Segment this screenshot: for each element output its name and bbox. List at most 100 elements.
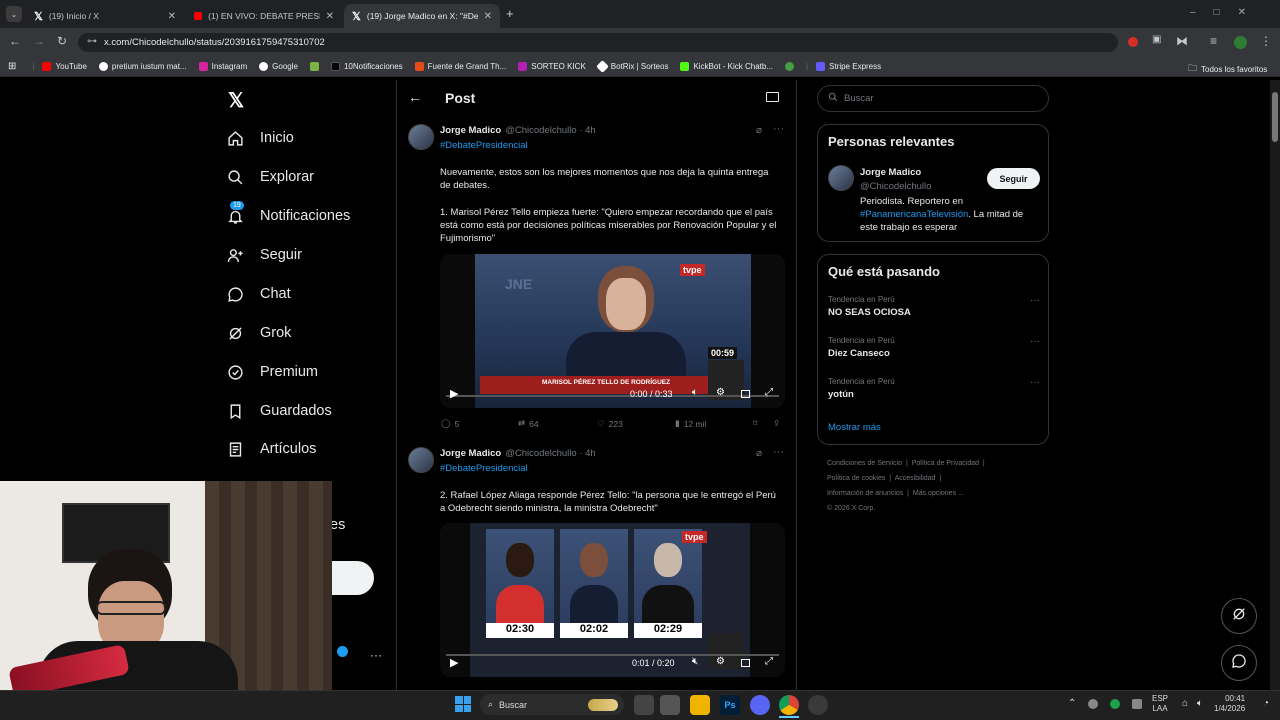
address-bar[interactable]: ⊶ x.com/Chicodelchullo/status/2039161759… (78, 33, 1118, 52)
trend-item[interactable]: Tendencia en Perú Diez Canseco ··· (828, 336, 1040, 359)
video-player[interactable]: JNE tvpe MARISOL PÉREZ TELLO DE RODRÍGUE… (440, 254, 785, 408)
grok-icon[interactable]: ⌀ (756, 125, 762, 136)
bookmark-sorteo-kick[interactable]: SORTEO KICK (518, 61, 586, 71)
bookmark-google[interactable]: Google (259, 61, 298, 71)
apps-grid-icon[interactable]: ⊞ (8, 61, 16, 72)
bookmark-stripe[interactable]: Stripe Express (816, 61, 881, 71)
author-handle[interactable]: @Chicodelchullo · 4h (505, 125, 595, 136)
search-input[interactable]: Buscar (817, 85, 1049, 112)
tab-debate[interactable]: (1) EN VIVO: DEBATE PRESIDENCIAL ✕ (186, 4, 342, 28)
discord-icon[interactable] (750, 695, 770, 715)
grok-icon[interactable]: ⌀ (756, 448, 762, 459)
tab-search-icon[interactable]: ⌄ (6, 6, 22, 22)
author-name[interactable]: Jorge Madico (440, 448, 501, 459)
chat-float-button[interactable] (1221, 645, 1257, 681)
video-player[interactable]: tvpe 02:30 02:02 02:29 ▶ 0:01 / 0:20 🔇︎ … (440, 523, 785, 677)
clock[interactable]: 00:41 1/4/2026 (1214, 694, 1245, 714)
play-icon[interactable]: ▶ (450, 387, 458, 400)
bookmark-botrix[interactable]: BotRix | Sorteos (595, 59, 668, 73)
bookmark-youtube[interactable]: YouTube (42, 61, 87, 71)
more-icon[interactable]: ··· (1030, 377, 1040, 388)
tray-icon[interactable] (1132, 699, 1142, 709)
scrollbar-thumb[interactable] (1272, 92, 1278, 142)
more-icon[interactable]: ··· (1030, 295, 1040, 306)
window-controls[interactable]: –□✕ (1190, 7, 1264, 18)
all-bookmarks[interactable]: 🗀 Todos los favoritos (1188, 61, 1267, 77)
tray-chevron-icon[interactable]: ⌃ (1068, 698, 1076, 709)
volume-icon[interactable]: 🔈︎ (1197, 698, 1203, 709)
network-icon[interactable]: ⌂ (1182, 698, 1188, 709)
back-arrow-icon[interactable]: ← (408, 89, 422, 105)
bookmark-button[interactable]: ⌑ (753, 418, 757, 429)
footer-link[interactable]: Política de cookies (827, 475, 885, 482)
author-name[interactable]: Jorge Madico (440, 125, 501, 136)
author-handle[interactable]: @Chicodelchullo · 4h (505, 448, 595, 459)
more-icon[interactable]: ··· (773, 123, 784, 135)
x-logo-icon[interactable]: 𝕏 (228, 88, 244, 113)
repost-button[interactable]: ⇄ 64 (518, 418, 539, 429)
author-handle[interactable]: @Chicodelchullo (860, 181, 931, 192)
bookmark-instagram[interactable]: Instagram (198, 61, 247, 71)
mute-icon[interactable]: 🔇︎ (692, 656, 698, 667)
close-icon[interactable]: ✕ (326, 11, 334, 22)
more-icon[interactable]: ··· (773, 446, 784, 458)
tab-inicio[interactable]: 𝕏 (19) Inicio / X ✕ (26, 4, 184, 28)
author-name[interactable]: Jorge Madico (860, 167, 921, 178)
settings-icon[interactable]: ⚙︎ (716, 656, 725, 667)
app-icon[interactable] (660, 695, 680, 715)
footer-link[interactable]: Condiciones de Servicio (827, 460, 902, 467)
settings-icon[interactable]: ⚙︎ (716, 387, 725, 398)
more-icon[interactable]: ··· (370, 648, 382, 662)
views-button[interactable]: ▮ 12 mil (675, 418, 706, 429)
tray-icon[interactable] (1088, 699, 1098, 709)
back-icon[interactable]: ← (9, 34, 21, 48)
extension-icon[interactable] (1128, 37, 1138, 47)
media-icon[interactable]: ≡ (1210, 34, 1217, 48)
file-explorer-icon[interactable] (690, 695, 710, 715)
play-icon[interactable]: ▶ (450, 656, 458, 669)
sidebar-item-seguir[interactable]: Seguir (226, 246, 302, 264)
sidebar-item-grok[interactable]: Grok (226, 324, 291, 342)
bookmark-10notificaciones[interactable]: 10Notificaciones (330, 61, 403, 71)
close-icon[interactable]: ✕ (484, 11, 492, 22)
pip-icon[interactable] (741, 390, 750, 398)
taskbar-search[interactable]: ⌕ Buscar (480, 694, 624, 715)
reply-button[interactable]: ◯ 5 (441, 418, 459, 429)
hashtag-link[interactable]: #DebatePresidencial (440, 139, 528, 152)
task-view-icon[interactable] (634, 695, 654, 715)
fullscreen-icon[interactable]: ⤢ (765, 387, 773, 398)
avatar[interactable] (408, 447, 434, 473)
bio-hashtag-link[interactable]: #PanamericanaTelevisión (860, 209, 968, 220)
notification-center-icon[interactable]: ◔ (1263, 698, 1269, 709)
fullscreen-icon[interactable]: ⤢ (765, 656, 773, 667)
language-indicator[interactable]: ESP LAA (1152, 694, 1168, 714)
bookmark-gta[interactable]: Fuente de Grand Th... (414, 61, 506, 71)
chrome-icon[interactable] (779, 695, 799, 715)
sidebar-item-explorar[interactable]: Explorar (226, 168, 314, 186)
reader-view-icon[interactable] (766, 92, 779, 102)
more-icon[interactable]: ··· (1030, 336, 1040, 347)
bookmark-extension[interactable] (309, 61, 319, 71)
sidebar-item-inicio[interactable]: Inicio (226, 129, 294, 147)
menu-kebab-icon[interactable]: ⋮ (1260, 34, 1272, 48)
photoshop-icon[interactable]: Ps (720, 695, 740, 715)
reload-icon[interactable]: ↻ (57, 34, 67, 48)
sidebar-item-chat[interactable]: Chat (226, 285, 291, 303)
footer-link[interactable]: Política de Privacidad (912, 460, 979, 467)
trend-item[interactable]: Tendencia en Perú yotún ··· (828, 377, 1040, 400)
trend-item[interactable]: Tendencia en Perú NO SEAS OCIOSA ··· (828, 295, 1040, 318)
avatar[interactable] (408, 124, 434, 150)
footer-link[interactable]: Accesibilidad (895, 475, 936, 482)
close-icon[interactable]: ✕ (168, 11, 176, 22)
extensions-puzzle-icon[interactable]: ⧓ (1176, 34, 1188, 48)
site-info-icon[interactable]: ⊶ (87, 36, 97, 47)
bookmark-pretium[interactable]: pretium iustum mat... (98, 61, 187, 71)
show-more-link[interactable]: Mostrar más (828, 422, 881, 433)
sidebar-item-articulos[interactable]: Artículos (226, 440, 316, 458)
volume-icon[interactable]: 🔈︎ (692, 387, 698, 398)
new-tab-icon[interactable]: + (506, 6, 514, 21)
extension-icon[interactable]: ▣ (1152, 34, 1161, 45)
grok-float-button[interactable] (1221, 598, 1257, 634)
page-scrollbar[interactable] (1270, 80, 1280, 690)
follow-button[interactable]: Seguir (987, 168, 1040, 189)
